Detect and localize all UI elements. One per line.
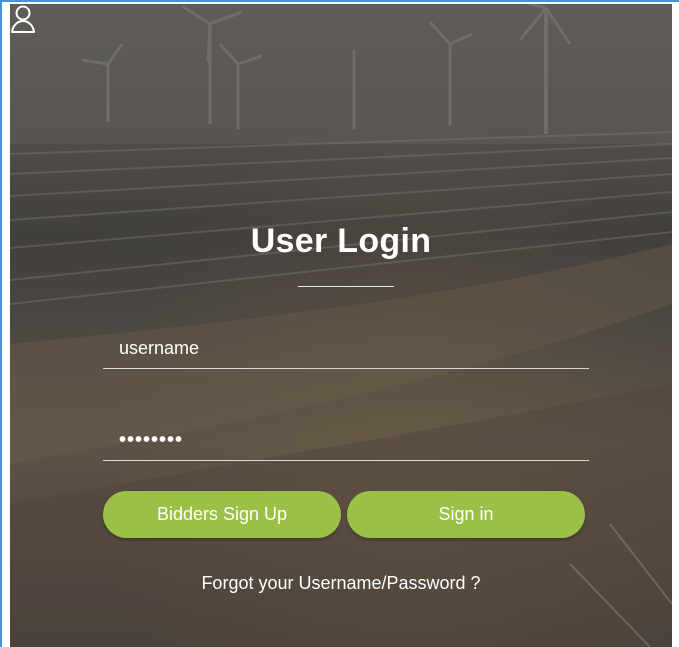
user-icon <box>11 5 35 33</box>
password-field-wrapper <box>103 420 589 461</box>
login-background: User Login Bidders Sign Up Sign in Forgo… <box>10 4 672 647</box>
username-input[interactable] <box>103 328 589 368</box>
dark-overlay <box>10 4 672 647</box>
signin-button[interactable]: Sign in <box>347 491 585 538</box>
title-divider <box>298 286 394 287</box>
username-field-wrapper <box>103 328 589 369</box>
bidders-signup-button[interactable]: Bidders Sign Up <box>103 491 341 538</box>
forgot-credentials-link[interactable]: Forgot your Username/Password ? <box>10 573 672 594</box>
password-input[interactable] <box>103 420 589 460</box>
page-title: User Login <box>250 222 432 260</box>
